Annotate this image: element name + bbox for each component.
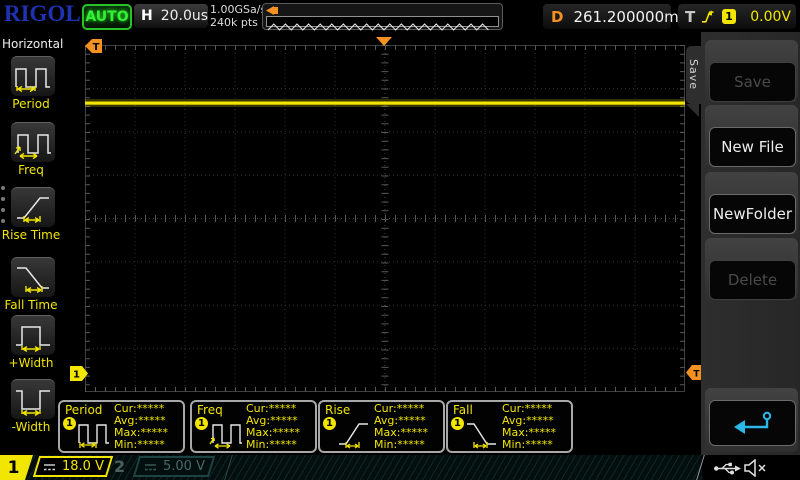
channel-badge: 1 — [195, 417, 208, 430]
measure-item-period-label: Period — [12, 97, 50, 111]
stat-value: ***** — [269, 438, 297, 451]
measurement-title: Freq — [197, 403, 223, 417]
measure-item-rise-time[interactable] — [11, 187, 55, 227]
measurement-title: Period — [65, 403, 103, 417]
measurement-stats: Cur:***** Avg:***** Max:***** Min:***** — [374, 403, 444, 451]
run-status-badge[interactable]: AUTO — [82, 4, 132, 30]
svg-text:T: T — [93, 42, 100, 53]
rise-time-icon — [339, 423, 368, 449]
measure-item-pos-width[interactable] — [11, 315, 55, 355]
new-folder-button[interactable]: NewFolder — [709, 194, 796, 234]
ch1-trace — [85, 101, 685, 105]
period-waveform-icon — [78, 424, 109, 448]
trigger-offscreen-left-marker[interactable]: T — [85, 39, 103, 53]
negative-width-icon — [16, 389, 50, 416]
record-waveform-icon — [267, 23, 489, 31]
measurement-stats: Cur:***** Avg:***** Max:***** Min:***** — [246, 403, 316, 451]
measurement-panel-period[interactable]: Period 1 Cur:***** Avg:***** Max:***** M… — [58, 400, 185, 453]
measure-item-fall-time[interactable] — [11, 257, 55, 297]
measure-item-freq[interactable] — [11, 122, 55, 162]
rigol-logo: RIGOL — [4, 1, 81, 26]
fall-time-icon — [17, 266, 49, 293]
channel-badge: 1 — [63, 417, 76, 430]
timebase-label: H — [141, 8, 153, 24]
delay-value: 261.200000ms — [573, 7, 687, 26]
record-window — [266, 16, 499, 31]
right-menu-tab-label: Save — [687, 59, 700, 91]
oscilloscope-screen: RIGOL AUTO H 20.0us 1.00GSa/s 240k pts D… — [0, 0, 800, 480]
speaker-muted-icon[interactable] — [744, 459, 768, 477]
channel-badge: 1 — [323, 417, 336, 430]
dc-coupling-icon — [43, 463, 55, 470]
save-button[interactable]: Save — [709, 62, 796, 102]
trigger-box[interactable]: T 1 0.00V — [678, 4, 796, 29]
record-position-marker-icon — [266, 6, 278, 15]
measure-item-pos-width-label: +Width — [8, 356, 54, 370]
return-arrow-icon — [733, 411, 771, 434]
measurement-panel-freq[interactable]: Freq 1 Cur:***** Avg:***** Max:***** Min… — [190, 400, 317, 453]
graticule — [85, 45, 685, 392]
right-menu-tab: Save — [686, 46, 701, 104]
bar-divider — [224, 455, 233, 480]
delete-button[interactable]: Delete — [709, 260, 796, 300]
stat-value: ***** — [525, 438, 553, 451]
trigger-level-value: 0.00V — [750, 8, 791, 25]
dc-coupling-icon — [144, 463, 156, 470]
left-menu-title: Horizontal — [2, 37, 64, 51]
measure-item-fall-time-label: Fall Time — [4, 298, 58, 312]
acquisition-info: 1.00GSa/s 240k pts — [210, 3, 266, 29]
measurement-stats: Cur:***** Avg:***** Max:***** Min:***** — [502, 403, 572, 451]
ch2-button[interactable]: 2 — [114, 457, 125, 476]
measurement-panel-fall[interactable]: Fall 1 Cur:***** Avg:***** Max:***** Min… — [446, 400, 573, 453]
right-menu-tab-notch — [686, 104, 699, 117]
ch2-info[interactable]: 5.00 V — [132, 456, 216, 477]
freq-waveform-icon — [14, 133, 51, 159]
memory-depth: 240k pts — [210, 16, 258, 29]
measurement-title: Rise — [325, 403, 351, 417]
stat-value: ***** — [397, 438, 425, 451]
waveform-record-preview[interactable] — [262, 3, 503, 31]
measure-item-neg-width[interactable] — [11, 379, 55, 419]
stat-label: Min: — [374, 438, 398, 451]
sample-rate: 1.00GSa/s — [210, 3, 267, 16]
period-waveform-icon — [15, 67, 50, 92]
trigger-label: T — [685, 7, 696, 26]
measurement-stats: Cur:***** Avg:***** Max:***** Min:***** — [114, 403, 184, 451]
ch1-scale-value: 18.0 V — [61, 459, 104, 474]
timebase-value: 20.0us — [160, 8, 209, 24]
trigger-source-badge: 1 — [721, 9, 737, 24]
svg-text:1: 1 — [73, 370, 80, 381]
measurement-title: Fall — [453, 403, 473, 417]
stat-label: Min: — [246, 438, 270, 451]
measure-item-period[interactable] — [11, 56, 55, 96]
new-file-button[interactable]: New File — [709, 127, 796, 167]
measure-item-rise-time-label: Rise Time — [1, 228, 61, 242]
measure-item-neg-width-label: -Width — [11, 420, 51, 434]
back-button[interactable] — [709, 400, 796, 446]
delay-label: D — [551, 7, 564, 26]
usb-icon — [714, 462, 741, 475]
channel-status-bar: 1 18.0 V 2 5.00 V — [0, 455, 800, 480]
svg-text:T: T — [693, 370, 700, 380]
positive-width-icon — [16, 325, 50, 352]
fall-time-icon — [467, 423, 496, 449]
menu-page-dots — [1, 186, 7, 223]
rising-edge-icon — [702, 10, 714, 23]
measure-item-freq-label: Freq — [18, 163, 44, 177]
delay-box[interactable]: D 261.200000ms — [543, 4, 687, 29]
freq-waveform-icon — [209, 424, 242, 449]
stat-label: Min: — [502, 438, 526, 451]
channel-badge: 1 — [451, 417, 464, 430]
stat-value: ***** — [137, 438, 165, 451]
stat-label: Min: — [114, 438, 138, 451]
ch1-info[interactable]: 18.0 V — [32, 456, 114, 477]
ch2-scale-value: 5.00 V — [162, 459, 205, 474]
rise-time-icon — [17, 196, 49, 223]
timebase-box[interactable]: H 20.0us — [134, 4, 208, 28]
measurement-panel-rise[interactable]: Rise 1 Cur:***** Avg:***** Max:***** Min… — [318, 400, 445, 453]
ch1-button[interactable]: 1 — [0, 455, 33, 480]
ch1-ground-marker[interactable]: 1 — [70, 366, 89, 381]
trigger-position-marker[interactable] — [376, 37, 392, 46]
